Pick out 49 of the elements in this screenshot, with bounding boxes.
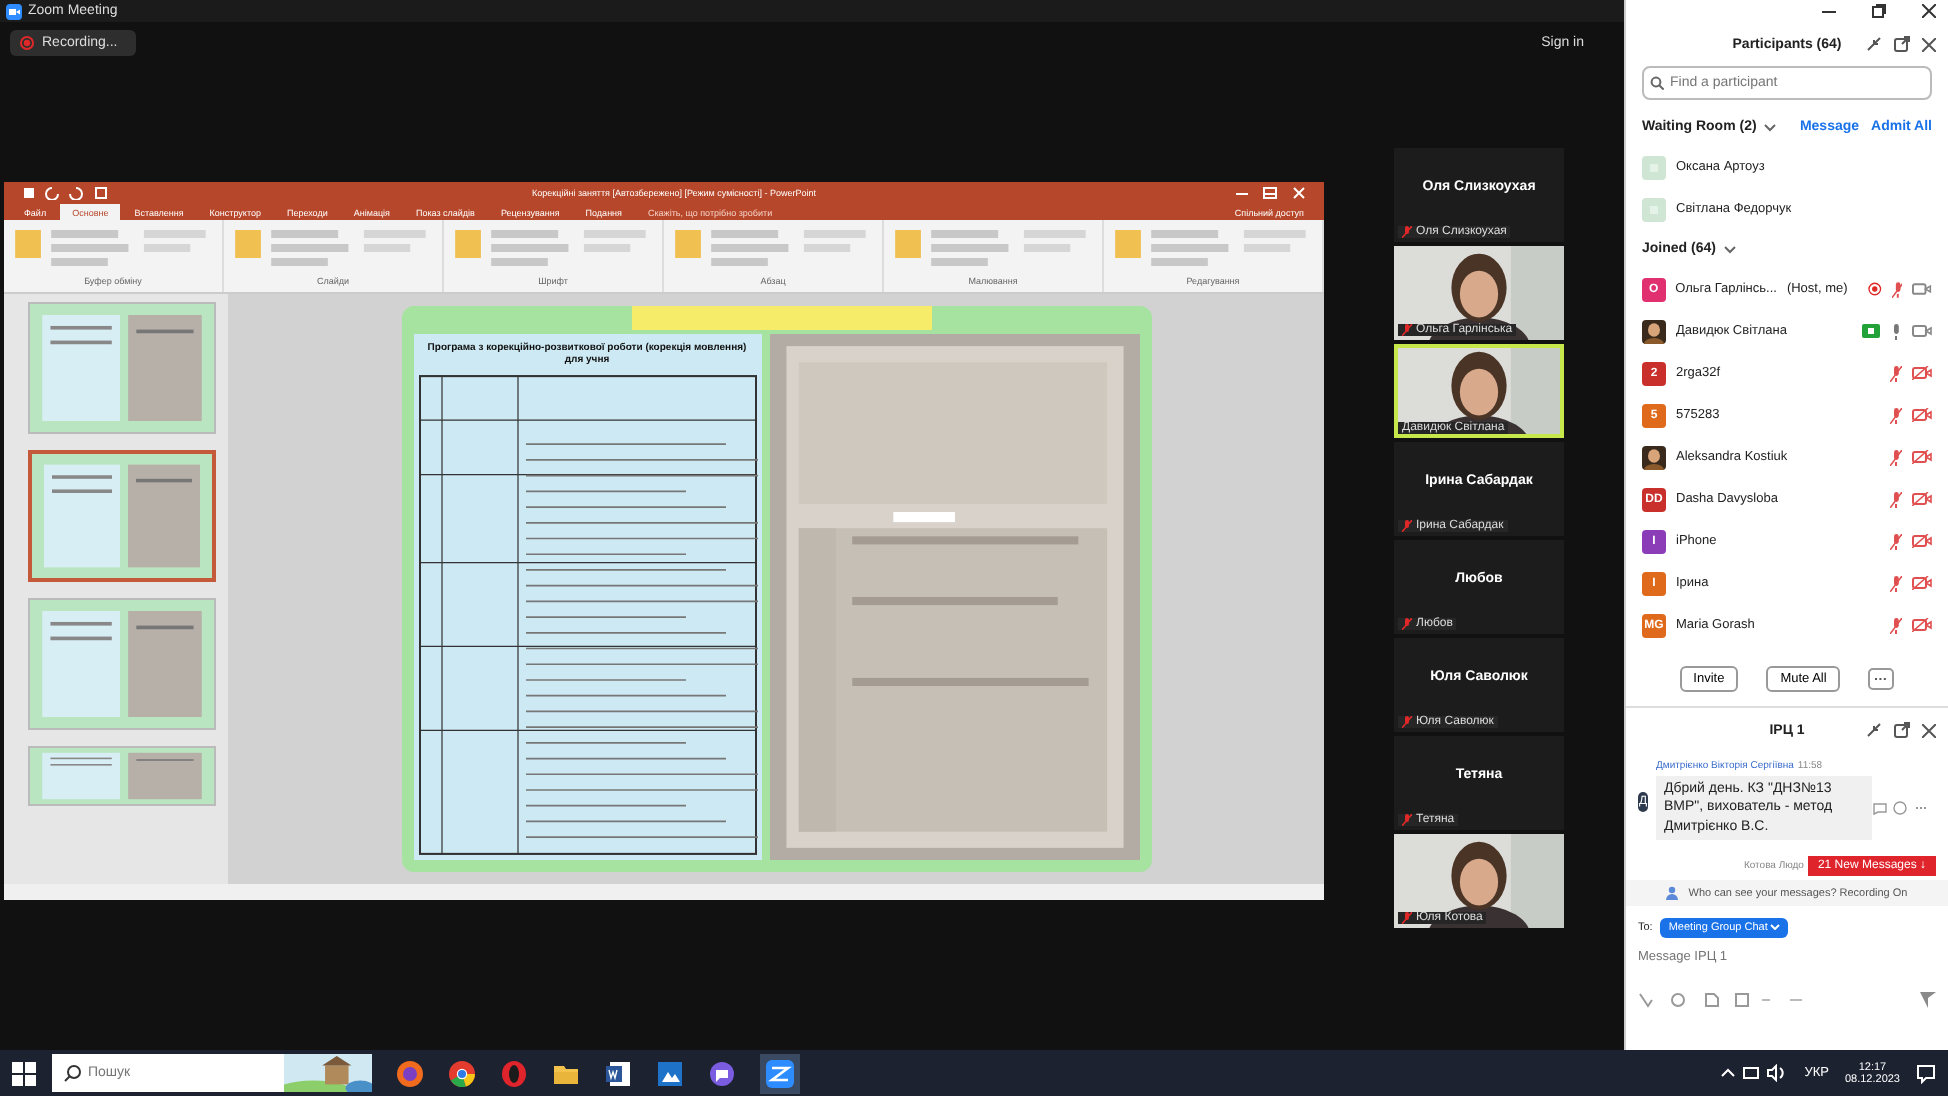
send-icon[interactable]	[1920, 992, 1936, 1009]
close-icon[interactable]	[1922, 723, 1936, 737]
video-off-icon[interactable]	[1912, 618, 1932, 632]
video-off-icon[interactable]	[1912, 366, 1932, 380]
zoom-app-icon[interactable]	[760, 1053, 800, 1093]
video-off-icon[interactable]	[1912, 576, 1932, 590]
mic-muted-icon[interactable]	[1891, 281, 1903, 297]
video-icon[interactable]	[1912, 282, 1933, 296]
mic-muted-icon[interactable]	[1890, 365, 1902, 381]
chevron-down-icon[interactable]	[1723, 245, 1736, 253]
more-icon[interactable]	[1868, 667, 1895, 689]
mic-muted-icon[interactable]	[1890, 407, 1902, 423]
video-off-icon[interactable]	[1912, 534, 1932, 548]
chat-app-icon[interactable]	[708, 1059, 736, 1087]
slide-thumbnail[interactable]	[28, 598, 216, 730]
slide-thumbnail[interactable]	[28, 302, 216, 434]
video-off-icon[interactable]	[1912, 408, 1932, 422]
mic-icon[interactable]	[1890, 323, 1902, 339]
video-off-icon[interactable]	[1912, 492, 1932, 506]
pop-out-icon[interactable]	[1894, 36, 1910, 52]
mic-muted-icon[interactable]	[1890, 533, 1902, 549]
mic-muted-icon[interactable]	[1890, 575, 1902, 591]
video-off-icon[interactable]	[1912, 450, 1932, 464]
search-icon	[64, 1064, 82, 1082]
notifications-icon[interactable]	[1916, 1063, 1936, 1083]
app-logo-icon	[6, 3, 22, 19]
record-icon	[20, 35, 34, 49]
collapse-icon[interactable]	[1866, 722, 1882, 738]
mic-muted-icon[interactable]	[1890, 449, 1902, 465]
mic-muted-icon[interactable]	[1890, 617, 1902, 633]
avatar-icon	[1642, 155, 1666, 179]
slide-thumbnail[interactable]	[28, 450, 216, 582]
people-icon	[1666, 886, 1683, 901]
mic-muted-icon[interactable]	[1890, 491, 1902, 507]
pop-out-icon[interactable]	[1894, 722, 1910, 738]
chevron-down-icon	[1770, 924, 1781, 931]
restore-icon[interactable]	[1872, 4, 1886, 18]
search-icon	[1650, 76, 1664, 90]
start-icon[interactable]	[12, 1061, 36, 1085]
collapse-icon[interactable]	[1866, 36, 1882, 52]
message-actions-drawing[interactable]	[1872, 800, 1932, 817]
avatar-icon	[1642, 197, 1666, 221]
tray-icons-drawing[interactable]	[1720, 1064, 1789, 1082]
video-icon[interactable]	[1912, 324, 1932, 338]
close-icon[interactable]	[1922, 4, 1936, 18]
image-app-icon[interactable]	[656, 1059, 684, 1087]
close-icon[interactable]	[1922, 37, 1936, 51]
chevron-down-icon[interactable]	[1764, 123, 1777, 131]
slide-thumbnail[interactable]	[28, 746, 216, 806]
